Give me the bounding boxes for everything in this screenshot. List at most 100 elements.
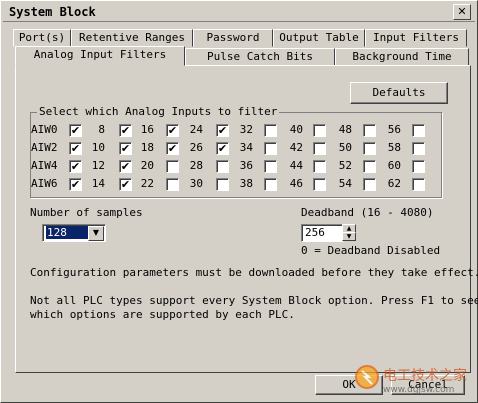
ai-input-number: 58: [387, 141, 401, 154]
tab-label: Password: [206, 31, 260, 44]
ai-filter-checkbox[interactable]: ✔: [119, 160, 132, 173]
ai-row-label: AIW4: [31, 159, 58, 172]
tab-pulse-catch-bits[interactable]: Pulse Catch Bits: [185, 48, 335, 66]
samples-label: Number of samples: [30, 206, 143, 219]
ai-row-label: AIW0: [31, 123, 58, 136]
ai-filter-checkbox[interactable]: [216, 160, 229, 173]
ai-filter-checkbox[interactable]: [412, 160, 425, 173]
ai-filter-checkbox[interactable]: [264, 142, 277, 155]
tab-password[interactable]: Password: [193, 29, 273, 47]
ai-filter-checkbox[interactable]: [166, 160, 179, 173]
close-button[interactable]: ✕: [453, 4, 471, 20]
tab-retentive-ranges[interactable]: Retentive Ranges: [71, 29, 193, 47]
ai-input-number: 30: [189, 177, 203, 190]
ai-filter-checkbox[interactable]: ✔: [119, 178, 132, 191]
ai-filter-checkbox[interactable]: [264, 178, 277, 191]
ai-filter-checkbox[interactable]: ✔: [166, 124, 179, 137]
ai-filter-checkbox[interactable]: ✔: [69, 160, 82, 173]
close-icon: ✕: [457, 5, 467, 18]
ai-filter-checkbox[interactable]: [412, 178, 425, 191]
ai-filter-checkbox[interactable]: [412, 124, 425, 137]
ai-input-number: 26: [189, 141, 203, 154]
config-note: Configuration parameters must be downloa…: [30, 266, 478, 279]
ai-input-number: 20: [140, 159, 154, 172]
ai-filter-checkbox[interactable]: [412, 142, 425, 155]
ai-row-label: AIW2: [31, 141, 58, 154]
deadband-note: 0 = Deadband Disabled: [301, 244, 441, 257]
tab-output-table[interactable]: Output Table: [273, 29, 365, 47]
ai-input-number: 48: [338, 123, 352, 136]
tab-label: Analog Input Filters: [33, 48, 167, 61]
tab-ports[interactable]: Port(s): [13, 29, 71, 47]
ai-filter-checkbox[interactable]: [313, 124, 326, 137]
ai-input-number: 60: [387, 159, 401, 172]
ai-filter-checkbox[interactable]: [313, 142, 326, 155]
ai-filter-checkbox[interactable]: [363, 142, 376, 155]
ai-filter-checkbox[interactable]: ✔: [166, 142, 179, 155]
ai-filter-checkbox[interactable]: [363, 124, 376, 137]
samples-value: 128: [46, 226, 89, 239]
chevron-down-icon[interactable]: ▼: [88, 226, 104, 241]
watermark-logo: 电工技术之家 www.dgjsw.com: [353, 363, 473, 398]
plc-note-line-1: Not all PLC types support every System B…: [30, 294, 478, 307]
ai-filter-checkbox[interactable]: [264, 124, 277, 137]
watermark-url: www.dgjsw.com: [383, 385, 454, 395]
ai-filter-checkbox[interactable]: ✔: [216, 142, 229, 155]
tab-background-time[interactable]: Background Time: [335, 48, 469, 66]
tab-label: Port(s): [18, 31, 66, 44]
watermark-text: 电工技术之家: [383, 367, 467, 384]
ai-input-number: 34: [239, 141, 253, 154]
ai-row-label: AIW6: [31, 177, 58, 190]
ai-input-number: 52: [338, 159, 352, 172]
tab-label: Background Time: [352, 50, 452, 63]
ai-filter-checkbox[interactable]: [313, 160, 326, 173]
ai-filter-checkbox[interactable]: [363, 178, 376, 191]
ai-filter-checkbox[interactable]: [216, 178, 229, 191]
ai-input-number: 44: [289, 159, 303, 172]
tab-label: Retentive Ranges: [79, 31, 185, 44]
defaults-button[interactable]: Defaults: [350, 82, 448, 104]
window-title: System Block: [9, 5, 96, 19]
tab-input-filters[interactable]: Input Filters: [365, 29, 467, 47]
ai-filter-checkbox[interactable]: [264, 160, 277, 173]
ai-input-number: 32: [239, 123, 253, 136]
plc-note-line-2: which options are supported by each PLC.: [30, 308, 295, 321]
ai-input-number: 38: [239, 177, 253, 190]
analog-inputs-group: Select which Analog Inputs to filter AIW…: [30, 105, 442, 198]
ai-input-number: 40: [289, 123, 303, 136]
ai-input-number: 46: [289, 177, 303, 190]
deadband-input[interactable]: 256: [301, 224, 343, 242]
ai-input-number: 22: [140, 177, 154, 190]
ai-input-number: 50: [338, 141, 352, 154]
ai-filter-checkbox[interactable]: ✔: [69, 142, 82, 155]
deadband-spinner: ▲ ▼: [342, 224, 356, 241]
ai-input-number: 42: [289, 141, 303, 154]
ai-filter-checkbox[interactable]: ✔: [216, 124, 229, 137]
ai-input-number: 54: [338, 177, 352, 190]
spin-down-icon[interactable]: ▼: [342, 232, 356, 241]
ai-filter-checkbox[interactable]: [363, 160, 376, 173]
defaults-label: Defaults: [372, 86, 426, 99]
samples-select[interactable]: 128 ▼: [42, 224, 106, 242]
ai-input-number: 8: [98, 123, 105, 136]
deadband-label: Deadband (16 - 4080): [301, 206, 434, 219]
tab-label: Input Filters: [372, 31, 460, 44]
ai-filter-checkbox[interactable]: ✔: [119, 142, 132, 155]
tab-label: Output Table: [279, 31, 359, 44]
tab-label: Pulse Catch Bits: [207, 50, 313, 63]
ai-filter-checkbox[interactable]: [166, 178, 179, 191]
ai-input-number: 14: [91, 177, 105, 190]
ai-filter-checkbox[interactable]: ✔: [69, 124, 82, 137]
system-block-dialog: System Block ✕ Port(s) Retentive Ranges …: [0, 0, 478, 403]
ai-filter-checkbox[interactable]: ✔: [119, 124, 132, 137]
ai-filter-checkbox[interactable]: ✔: [69, 178, 82, 191]
tab-analog-input-filters[interactable]: Analog Input Filters: [15, 46, 185, 66]
analog-filters-panel: Defaults Select which Analog Inputs to f…: [15, 65, 478, 373]
group-title: Select which Analog Inputs to filter: [37, 105, 280, 118]
title-bar: System Block ✕: [3, 3, 475, 22]
ai-input-number: 12: [91, 159, 105, 172]
ai-input-number: 16: [140, 123, 154, 136]
ai-input-number: 36: [239, 159, 253, 172]
ai-filter-checkbox[interactable]: [313, 178, 326, 191]
ai-input-number: 62: [387, 177, 401, 190]
